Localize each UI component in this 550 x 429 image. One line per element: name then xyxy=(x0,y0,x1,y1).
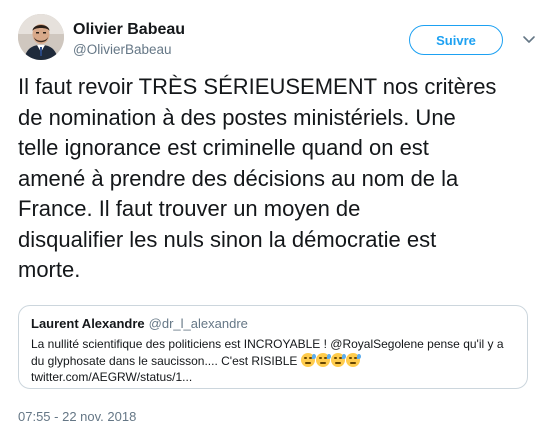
author-name[interactable]: Olivier Babeau xyxy=(73,21,185,39)
chevron-down-icon[interactable] xyxy=(521,31,537,47)
profile-photo xyxy=(18,14,64,60)
quoted-author-handle: @dr_l_alexandre xyxy=(148,316,248,331)
quoted-line-2-text: du glyphosate dans le saucisson.... C'es… xyxy=(31,353,298,368)
tweet-text: Il faut revoir TRÈS SÉRIEUSEMENT nos cri… xyxy=(18,74,497,282)
tweet-header: Olivier Babeau @OlivierBabeau Suivre xyxy=(18,14,536,62)
follow-button[interactable]: Suivre xyxy=(409,25,503,55)
sad-sweat-face-emoji xyxy=(300,352,316,367)
quoted-tweet-header: Laurent Alexandre @dr_l_alexandre xyxy=(31,316,248,331)
sad-sweat-face-emoji xyxy=(315,352,331,367)
quoted-author-name: Laurent Alexandre xyxy=(31,316,145,331)
quoted-tweet-text: La nullité scientifique des politiciens … xyxy=(31,336,517,386)
quoted-tweet-card[interactable]: Laurent Alexandre @dr_l_alexandre La null… xyxy=(18,305,528,389)
author-handle[interactable]: @OlivierBabeau xyxy=(73,42,172,57)
avatar[interactable] xyxy=(18,14,64,60)
sad-sweat-face-emoji xyxy=(345,352,361,367)
tweet-timestamp[interactable]: 07:55 - 22 nov. 2018 xyxy=(18,409,136,424)
quoted-line-2: du glyphosate dans le saucisson.... C'es… xyxy=(31,352,517,370)
quoted-line-1: La nullité scientifique des politiciens … xyxy=(31,337,504,351)
quoted-link[interactable]: twitter.com/AEGRW/status/1... xyxy=(31,369,517,386)
sad-sweat-face-emoji xyxy=(330,352,346,367)
